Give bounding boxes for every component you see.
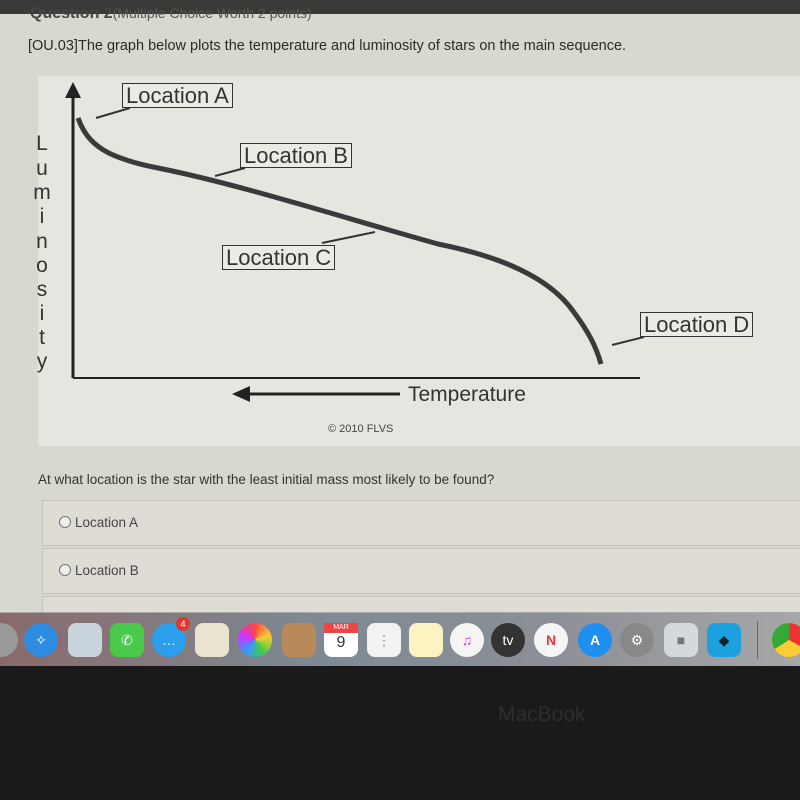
y-label-letter: L [36, 132, 48, 155]
reminders-icon[interactable]: ⋮ [367, 623, 401, 657]
option-location-b[interactable]: Location B [42, 548, 800, 594]
question-worth: (Multiple Choice Worth 2 points) [112, 5, 312, 21]
radio-button[interactable] [59, 564, 71, 576]
question-prompt: [OU.03]The graph below plots the tempera… [28, 38, 627, 54]
mail-icon[interactable] [68, 623, 102, 657]
question-header: Question 2(Multiple Choice Worth 2 point… [30, 5, 312, 23]
pointer-b [214, 167, 246, 177]
copyright: © 2010 FLVS [328, 423, 394, 435]
pointer-d [611, 336, 645, 346]
temperature-arrow-head [232, 386, 250, 402]
dock: ✧ ✆ … 4 MAR 9 ⋮ ♫ tv N A ⚙ ■ ◆ [0, 612, 800, 666]
question-title: Question 2 [30, 5, 113, 22]
x-axis-label: Temperature [408, 383, 526, 406]
device-label: MacBook [498, 703, 586, 726]
location-b-label: Location B [240, 143, 352, 168]
roblox-studio-icon[interactable]: ■ [664, 623, 698, 657]
calendar-month: MAR [324, 623, 358, 633]
y-label-letter: y [36, 350, 48, 373]
app-store-icon[interactable]: A [578, 623, 612, 657]
browser-page: Question 2(Multiple Choice Worth 2 point… [0, 0, 800, 642]
pointer-c [321, 231, 376, 244]
y-label-letter: s [36, 278, 48, 301]
option-label: Location A [75, 515, 139, 530]
messages-badge: 4 [176, 617, 190, 631]
radio-button[interactable] [59, 516, 71, 528]
news-icon[interactable]: N [534, 623, 568, 657]
y-label-letter: o [36, 254, 48, 277]
option-label: Location B [75, 563, 139, 578]
hr-diagram: L u m i n o s i t y Location A Location … [33, 76, 800, 446]
y-label-letter: m [33, 181, 51, 204]
launchpad-icon[interactable] [0, 623, 18, 657]
y-label-letter: u [36, 157, 48, 180]
contacts-icon[interactable] [282, 623, 316, 657]
dock-divider [757, 621, 758, 659]
tv-label: tv [502, 632, 514, 648]
calendar-day: 9 [336, 634, 346, 651]
y-label-letter: t [39, 326, 45, 349]
photos-icon[interactable] [238, 623, 272, 657]
question-text: At what location is the star with the le… [38, 472, 495, 487]
calendar-icon[interactable]: MAR 9 [324, 623, 358, 657]
safari-icon[interactable]: ✧ [24, 623, 58, 657]
chrome-icon[interactable] [772, 623, 800, 657]
y-label-letter: n [36, 230, 48, 253]
location-a-label: Location A [122, 83, 233, 108]
location-c-label: Location C [222, 245, 336, 270]
y-label-letter: i [39, 205, 45, 228]
location-d-label: Location D [640, 312, 754, 337]
pointer-a [95, 107, 131, 119]
music-icon[interactable]: ♫ [450, 623, 484, 657]
roblox-icon[interactable]: ◆ [707, 623, 741, 657]
y-axis-arrow [65, 82, 81, 98]
tv-icon[interactable]: tv [491, 623, 525, 657]
y-label-letter: i [39, 302, 45, 325]
option-location-a[interactable]: Location A [42, 500, 800, 546]
system-preferences-icon[interactable]: ⚙ [620, 623, 654, 657]
facetime-icon[interactable]: ✆ [110, 623, 144, 657]
notes-icon[interactable] [409, 623, 443, 657]
maps-icon[interactable] [195, 623, 229, 657]
